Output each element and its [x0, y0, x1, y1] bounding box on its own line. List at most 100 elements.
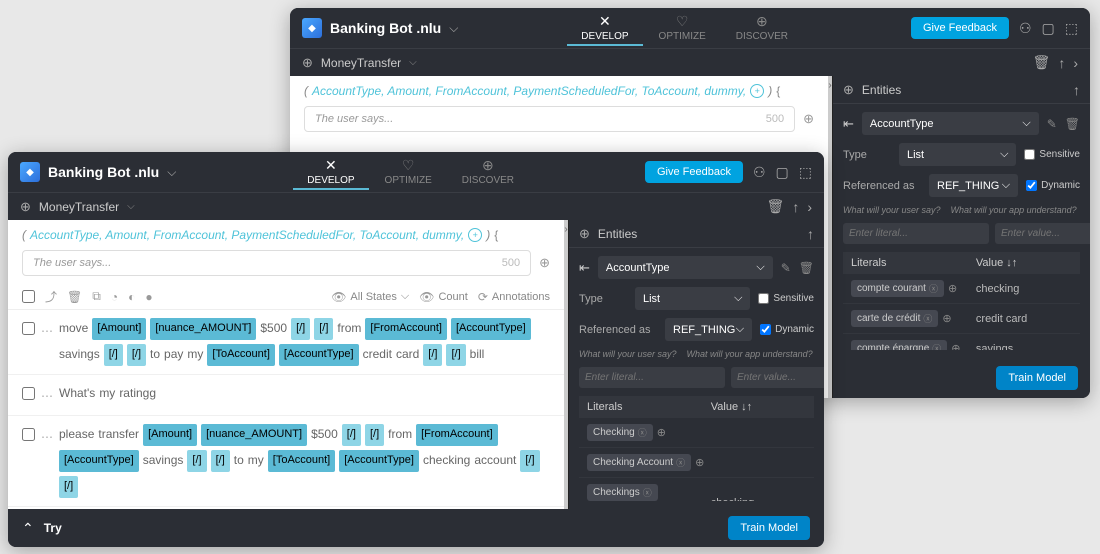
- chevron-up-icon[interactable]: ⌃: [22, 520, 34, 537]
- entity-tag[interactable]: [Amount]: [92, 318, 146, 340]
- literal-input[interactable]: [579, 367, 725, 388]
- nav-optimize[interactable]: ♡OPTIMIZE: [371, 155, 446, 190]
- sensitive-checkbox[interactable]: Sensitive: [758, 293, 814, 304]
- arrow-up-icon[interactable]: ↑: [1073, 82, 1080, 98]
- chevron-right-icon[interactable]: ›: [807, 199, 812, 215]
- chevron-down-icon[interactable]: ⌵: [127, 201, 135, 212]
- trash-icon[interactable]: 🗑: [1033, 54, 1051, 71]
- back-icon[interactable]: ⇤: [843, 116, 854, 132]
- entity-tag[interactable]: [/]: [291, 318, 310, 340]
- entity-tag[interactable]: [/]: [127, 344, 146, 366]
- back-icon[interactable]: ⇤: [579, 260, 590, 276]
- entity-tag[interactable]: [/]: [423, 344, 442, 366]
- entity-tag[interactable]: [AccountType]: [59, 450, 139, 472]
- give-feedback-button[interactable]: Give Feedback: [645, 161, 743, 183]
- dynamic-checkbox[interactable]: Dynamic: [760, 324, 814, 335]
- entity-tag[interactable]: [Amount]: [143, 424, 197, 446]
- ref-select[interactable]: REF_THING⌵: [665, 318, 752, 341]
- chevron-right-icon[interactable]: ›: [1073, 55, 1078, 71]
- arrow-up-icon[interactable]: ↑: [807, 226, 814, 242]
- count-toggle[interactable]: 👁Count: [419, 290, 468, 304]
- dynamic-checkbox[interactable]: Dynamic: [1026, 180, 1080, 191]
- add-chip-icon[interactable]: ⊕: [657, 426, 666, 439]
- entity-tag[interactable]: [/]: [104, 344, 123, 366]
- chevron-down-icon[interactable]: ⌵: [167, 165, 176, 180]
- entity-tag[interactable]: [/]: [342, 424, 361, 446]
- chevron-down-icon[interactable]: ⌵: [449, 21, 458, 36]
- add-chip-icon[interactable]: ⊕: [951, 342, 960, 350]
- remove-icon[interactable]: ⓧ: [643, 486, 652, 499]
- edit-icon[interactable]: ✎: [1047, 117, 1057, 131]
- entity-tag[interactable]: [nuance_AMOUNT]: [150, 318, 256, 340]
- box-icon[interactable]: ⬚: [1065, 20, 1078, 37]
- sample-checkbox[interactable]: [22, 428, 35, 441]
- nav-develop[interactable]: ✕DEVELOP: [293, 155, 368, 190]
- value-input[interactable]: [731, 367, 824, 388]
- trash-icon[interactable]: 🗑: [767, 198, 785, 215]
- add-sample-icon[interactable]: ⊕: [803, 111, 814, 127]
- more-icon[interactable]: ⋯: [41, 427, 53, 449]
- edit-icon[interactable]: ✎: [781, 261, 791, 275]
- entity-tag[interactable]: [AccountType]: [451, 318, 531, 340]
- arrow-up-icon[interactable]: ↑: [792, 199, 799, 215]
- entity-tag[interactable]: [ToAccount]: [207, 344, 274, 366]
- select-all-checkbox[interactable]: [22, 290, 35, 303]
- entity-tag[interactable]: [FromAccount]: [416, 424, 498, 446]
- trash-icon[interactable]: 🗑: [67, 290, 82, 304]
- annotations-toggle[interactable]: ⟳Annotations: [478, 290, 550, 304]
- train-model-button[interactable]: Train Model: [728, 516, 810, 540]
- add-param-icon[interactable]: +: [750, 84, 764, 98]
- save-icon[interactable]: ▢: [1042, 20, 1055, 37]
- nav-discover[interactable]: ⊕DISCOVER: [448, 155, 528, 190]
- save-icon[interactable]: ▢: [776, 164, 789, 181]
- copy-icon[interactable]: ⧉: [92, 289, 101, 304]
- entity-tag[interactable]: [/]: [446, 344, 465, 366]
- intent-name[interactable]: MoneyTransfer: [39, 200, 119, 214]
- nav-develop[interactable]: ✕DEVELOP: [567, 11, 642, 46]
- user-says-input[interactable]: The user says... 500: [22, 250, 531, 276]
- sample-checkbox[interactable]: [22, 387, 35, 400]
- remove-icon[interactable]: ⓧ: [932, 342, 941, 350]
- users-icon[interactable]: ⚇: [1019, 20, 1032, 37]
- contrast-icon[interactable]: ◐: [128, 290, 135, 304]
- entity-tag[interactable]: [nuance_AMOUNT]: [201, 424, 307, 446]
- entity-tag[interactable]: [/]: [59, 476, 78, 498]
- train-model-button[interactable]: Train Model: [996, 366, 1078, 390]
- add-entity-icon[interactable]: ⊕: [579, 226, 590, 242]
- entity-tag[interactable]: [/]: [187, 450, 206, 472]
- add-intent-icon[interactable]: ⊕: [302, 55, 313, 71]
- type-select[interactable]: List⌵: [635, 287, 750, 310]
- sample-checkbox[interactable]: [22, 322, 35, 335]
- intent-name[interactable]: MoneyTransfer: [321, 56, 401, 70]
- user-says-input[interactable]: The user says... 500: [304, 106, 795, 132]
- remove-icon[interactable]: ⓧ: [676, 456, 685, 469]
- nav-discover[interactable]: ⊕DISCOVER: [722, 11, 802, 46]
- dot-icon[interactable]: ●: [145, 290, 152, 304]
- entity-select[interactable]: AccountType⌵: [862, 112, 1039, 135]
- nav-optimize[interactable]: ♡OPTIMIZE: [645, 11, 720, 46]
- trash-icon[interactable]: 🗑: [799, 261, 814, 275]
- literal-chip[interactable]: carte de crédit ⓧ: [851, 310, 938, 327]
- more-icon[interactable]: ⋯: [41, 321, 53, 343]
- clock-icon[interactable]: ◔: [111, 290, 118, 304]
- literal-chip[interactable]: Checking Account ⓧ: [587, 454, 691, 471]
- remove-icon[interactable]: ⓧ: [929, 282, 938, 295]
- literal-input[interactable]: [843, 223, 989, 244]
- export-icon[interactable]: ⤴: [45, 288, 57, 305]
- entity-tag[interactable]: [/]: [211, 450, 230, 472]
- add-intent-icon[interactable]: ⊕: [20, 199, 31, 215]
- trash-icon[interactable]: 🗑: [1065, 117, 1080, 131]
- entity-tag[interactable]: [/]: [365, 424, 384, 446]
- arrow-up-icon[interactable]: ↑: [1058, 55, 1065, 71]
- states-filter[interactable]: 👁All States ⌵: [331, 290, 409, 304]
- entity-tag[interactable]: [FromAccount]: [365, 318, 447, 340]
- literal-chip[interactable]: compte courant ⓧ: [851, 280, 944, 297]
- remove-icon[interactable]: ⓧ: [923, 312, 932, 325]
- give-feedback-button[interactable]: Give Feedback: [911, 17, 1009, 39]
- chevron-down-icon[interactable]: ⌵: [409, 57, 417, 68]
- remove-icon[interactable]: ⓧ: [638, 426, 647, 439]
- add-entity-icon[interactable]: ⊕: [843, 82, 854, 98]
- add-chip-icon[interactable]: ⊕: [942, 312, 951, 325]
- entity-tag[interactable]: [/]: [314, 318, 333, 340]
- type-select[interactable]: List⌵: [899, 143, 1016, 166]
